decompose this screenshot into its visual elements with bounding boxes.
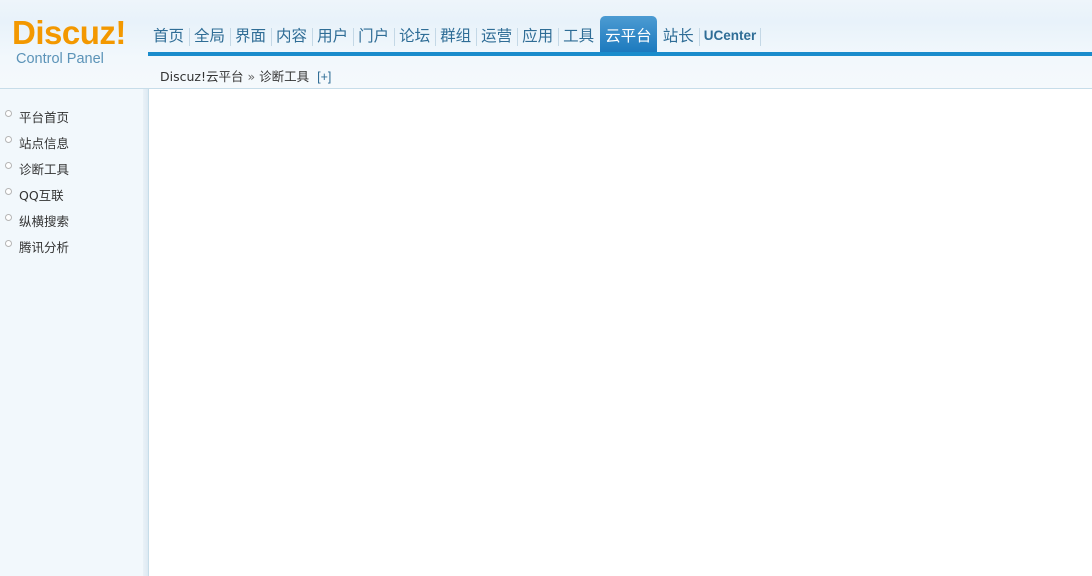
header: Discuz! Control Panel 首页 全局 界面 内容 用户 门户 … <box>0 0 1092 88</box>
nav-item-ucenter[interactable]: UCenter <box>698 16 762 54</box>
logo-subtitle: Control Panel <box>16 51 104 67</box>
nav-item-webmaster[interactable]: 站长 <box>658 16 699 54</box>
sidebar-item-label: 诊断工具 <box>19 161 70 177</box>
nav-item-tools[interactable]: 工具 <box>558 16 599 54</box>
sidebar-item-label: 平台首页 <box>19 109 70 125</box>
logo-brand: Discuz! <box>12 14 126 51</box>
breadcrumb: Discuz!云平台 » 诊断工具 [+] <box>160 66 331 85</box>
sidebar-item-label: 纵横搜索 <box>19 213 70 229</box>
breadcrumb-current: 诊断工具 <box>259 69 310 84</box>
nav-item-groups[interactable]: 群组 <box>435 16 476 54</box>
nav-bar-line <box>148 52 1092 56</box>
bullet-icon <box>5 135 12 143</box>
sidebar-menu: 平台首页 站点信息 诊断工具 QQ互联 纵横搜索 腾讯分析 <box>0 89 143 259</box>
bullet-icon <box>5 109 12 117</box>
logo[interactable]: Discuz! Control Panel <box>12 14 126 67</box>
nav-item-operations[interactable]: 运营 <box>476 16 517 54</box>
bullet-icon <box>5 187 12 195</box>
top-nav: 首页 全局 界面 内容 用户 门户 论坛 群组 运营 应用 工具 云平台 站长 … <box>148 14 761 54</box>
bullet-icon <box>5 213 12 221</box>
nav-item-interface[interactable]: 界面 <box>230 16 271 54</box>
sidebar-item-platform-home[interactable]: 平台首页 <box>0 103 143 129</box>
bullet-icon <box>5 161 12 169</box>
sidebar: 平台首页 站点信息 诊断工具 QQ互联 纵横搜索 腾讯分析 <box>0 89 143 576</box>
nav-item-forum[interactable]: 论坛 <box>394 16 435 54</box>
nav-item-apps[interactable]: 应用 <box>517 16 558 54</box>
nav-item-users[interactable]: 用户 <box>312 16 353 54</box>
sidebar-item-label: 站点信息 <box>19 135 70 151</box>
sidebar-item-label: QQ互联 <box>19 187 64 203</box>
add-shortcut-button[interactable]: [+] <box>317 70 331 84</box>
sidebar-item-search[interactable]: 纵横搜索 <box>0 207 143 233</box>
nav-item-portal[interactable]: 门户 <box>353 16 394 54</box>
main-content-frame <box>149 89 1092 576</box>
sidebar-item-tencent-analytics[interactable]: 腾讯分析 <box>0 233 143 259</box>
breadcrumb-section[interactable]: Discuz!云平台 <box>160 69 243 84</box>
sidebar-item-site-info[interactable]: 站点信息 <box>0 129 143 155</box>
sidebar-item-diagnostic-tools[interactable]: 诊断工具 <box>0 155 143 181</box>
sidebar-item-label: 腾讯分析 <box>19 239 70 255</box>
nav-item-global[interactable]: 全局 <box>189 16 230 54</box>
nav-item-cloud-platform[interactable]: 云平台 <box>600 16 657 54</box>
sidebar-item-qq-connect[interactable]: QQ互联 <box>0 181 143 207</box>
nav-item-home[interactable]: 首页 <box>148 16 189 54</box>
nav-item-content[interactable]: 内容 <box>271 16 312 54</box>
bullet-icon <box>5 239 12 247</box>
breadcrumb-separator: » <box>247 69 256 84</box>
